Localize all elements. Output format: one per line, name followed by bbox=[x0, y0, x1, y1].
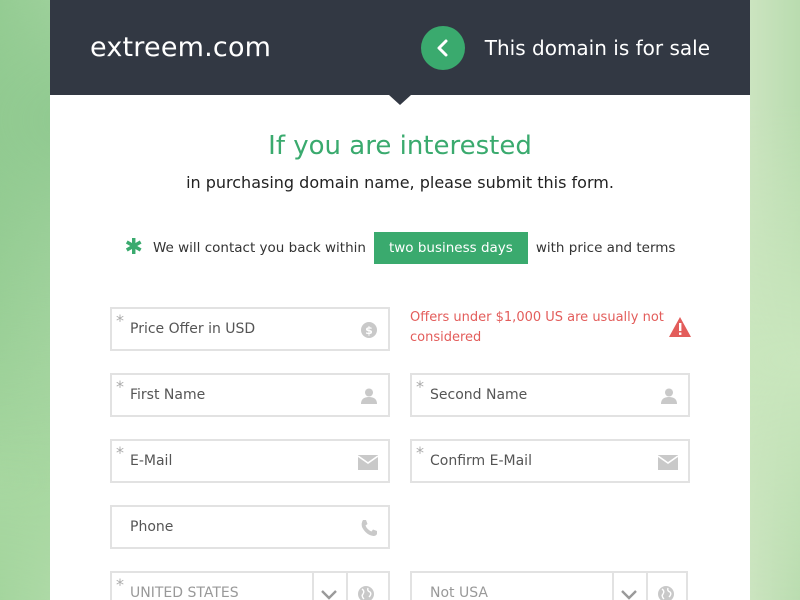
asterisk-icon: ✱ bbox=[124, 235, 143, 260]
dollar-icon: $ bbox=[361, 322, 377, 338]
header-pointer bbox=[389, 95, 411, 105]
for-sale-text: This domain is for sale bbox=[484, 35, 710, 60]
confirm-email-field[interactable]: * Confirm E-Mail bbox=[410, 439, 690, 483]
contact-notice: ✱ We will contact you back within two bu… bbox=[50, 232, 750, 264]
price-offer-placeholder: Price Offer in USD bbox=[130, 321, 256, 337]
phone-field[interactable]: Phone bbox=[110, 505, 390, 549]
select-divider bbox=[646, 573, 648, 600]
required-mark: * bbox=[116, 443, 124, 462]
chevron-down-icon[interactable] bbox=[620, 589, 638, 600]
user-icon bbox=[361, 388, 377, 404]
state-select[interactable]: Not USA bbox=[410, 571, 688, 600]
required-mark: * bbox=[416, 377, 424, 396]
required-mark: * bbox=[116, 311, 124, 330]
email-placeholder: E-Mail bbox=[130, 453, 173, 469]
contact-prefix: We will contact you back within bbox=[152, 240, 366, 256]
header: extreem.com This domain is for sale bbox=[50, 0, 750, 105]
header-right: This domain is for sale bbox=[420, 25, 710, 70]
country-select[interactable]: * UNITED STATES bbox=[110, 571, 390, 600]
envelope-icon bbox=[658, 455, 678, 470]
globe-icon bbox=[658, 586, 674, 600]
chevron-down-icon[interactable] bbox=[320, 589, 338, 600]
first-name-placeholder: First Name bbox=[130, 387, 206, 403]
required-mark: * bbox=[116, 575, 124, 594]
chevron-left-icon bbox=[437, 39, 448, 56]
user-icon bbox=[661, 388, 677, 404]
phone-icon bbox=[361, 520, 377, 536]
select-divider bbox=[346, 573, 348, 600]
required-mark: * bbox=[416, 443, 424, 462]
domain-name: extreem.com bbox=[90, 32, 272, 63]
second-name-placeholder: Second Name bbox=[430, 387, 528, 403]
country-value: UNITED STATES bbox=[130, 585, 239, 600]
second-name-field[interactable]: * Second Name bbox=[410, 373, 690, 417]
page-title: If you are interested bbox=[268, 131, 532, 161]
warning-icon bbox=[669, 317, 691, 337]
email-field[interactable]: * E-Mail bbox=[110, 439, 390, 483]
contact-suffix: with price and terms bbox=[535, 240, 676, 256]
contact-highlight: two business days bbox=[373, 232, 528, 264]
required-mark: * bbox=[116, 377, 124, 396]
select-divider bbox=[312, 573, 314, 600]
first-name-field[interactable]: * First Name bbox=[110, 373, 390, 417]
price-warning: Offers under $1,000 US are usually not c… bbox=[410, 310, 664, 345]
domain-sale-card: extreem.com This domain is for sale If y… bbox=[50, 0, 750, 600]
globe-icon bbox=[358, 586, 374, 600]
price-offer-field[interactable]: * Price Offer in USD $ bbox=[110, 307, 390, 351]
confirm-email-placeholder: Confirm E-Mail bbox=[430, 453, 532, 469]
page-subtitle: in purchasing domain name, please submit… bbox=[186, 173, 614, 192]
svg-text:$: $ bbox=[365, 324, 373, 337]
phone-placeholder: Phone bbox=[130, 519, 174, 535]
envelope-icon bbox=[358, 455, 378, 470]
state-value: Not USA bbox=[430, 585, 488, 600]
back-button[interactable] bbox=[420, 25, 465, 70]
select-divider bbox=[612, 573, 614, 600]
